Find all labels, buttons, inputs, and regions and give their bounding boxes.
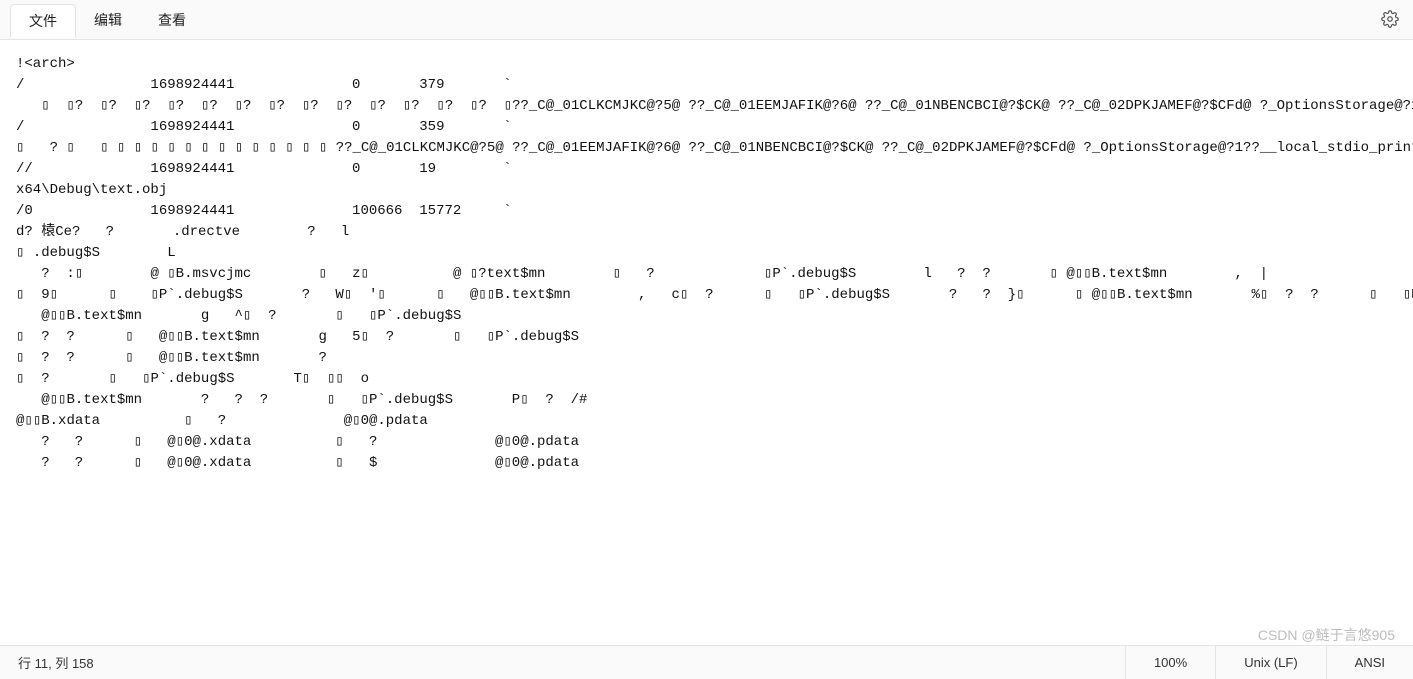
- editor-content[interactable]: !<arch> / 1698924441 0 379 ` ▯ ▯? ▯? ▯? …: [0, 40, 1413, 644]
- status-cursor[interactable]: 行 11, 列 158: [0, 653, 1125, 672]
- status-bar: 行 11, 列 158 100% Unix (LF) ANSI: [0, 645, 1413, 679]
- status-zoom[interactable]: 100%: [1125, 646, 1215, 679]
- menu-bar: 文件 编辑 查看: [0, 0, 1413, 40]
- menu-edit[interactable]: 编辑: [76, 4, 140, 36]
- status-encoding[interactable]: ANSI: [1326, 646, 1413, 679]
- menu-file[interactable]: 文件: [10, 4, 76, 38]
- menu-view[interactable]: 查看: [140, 4, 204, 36]
- gear-icon[interactable]: [1381, 10, 1399, 28]
- status-eol[interactable]: Unix (LF): [1215, 646, 1325, 679]
